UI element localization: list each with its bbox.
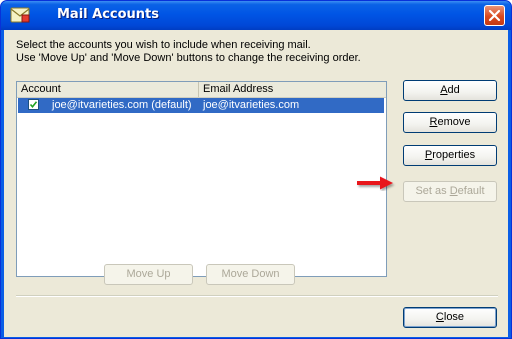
add-button[interactable]: Add — [403, 80, 497, 101]
move-up-button[interactable]: Move Up — [104, 264, 193, 285]
mail-accounts-window: Mail Accounts Select the accounts you wi… — [0, 0, 512, 339]
mail-accounts-icon — [10, 7, 30, 23]
column-header-email[interactable]: Email Address — [199, 82, 386, 97]
account-checkbox[interactable] — [28, 99, 39, 110]
dialog-body: Select the accounts you wish to include … — [4, 30, 508, 337]
instructions: Select the accounts you wish to include … — [16, 39, 361, 65]
column-header-account[interactable]: Account — [17, 82, 199, 97]
account-email: joe@itvarieties.com — [203, 99, 300, 111]
accounts-list[interactable]: Account Email Address joe@itvarieties.co… — [16, 81, 387, 277]
instruction-line-1: Select the accounts you wish to include … — [16, 39, 311, 51]
move-down-button[interactable]: Move Down — [206, 264, 295, 285]
account-name: joe@itvarieties.com (default) — [52, 99, 192, 111]
close-button[interactable]: Close — [403, 307, 497, 328]
window-close-button[interactable] — [484, 5, 505, 26]
set-as-default-button[interactable]: Set as Default — [403, 181, 497, 202]
title-bar[interactable]: Mail Accounts — [1, 1, 511, 30]
properties-button[interactable]: Properties — [403, 145, 497, 166]
instruction-line-2: Use 'Move Up' and 'Move Down' buttons to… — [16, 52, 361, 64]
window-title: Mail Accounts — [57, 7, 160, 22]
red-arrow-icon — [357, 176, 393, 190]
remove-button[interactable]: Remove — [403, 112, 497, 133]
checkbox-checked-icon — [29, 101, 38, 109]
account-row[interactable]: joe@itvarieties.com (default) joe@itvari… — [18, 98, 384, 113]
close-icon — [488, 9, 501, 22]
separator — [16, 295, 498, 297]
list-header: Account Email Address — [17, 82, 386, 98]
